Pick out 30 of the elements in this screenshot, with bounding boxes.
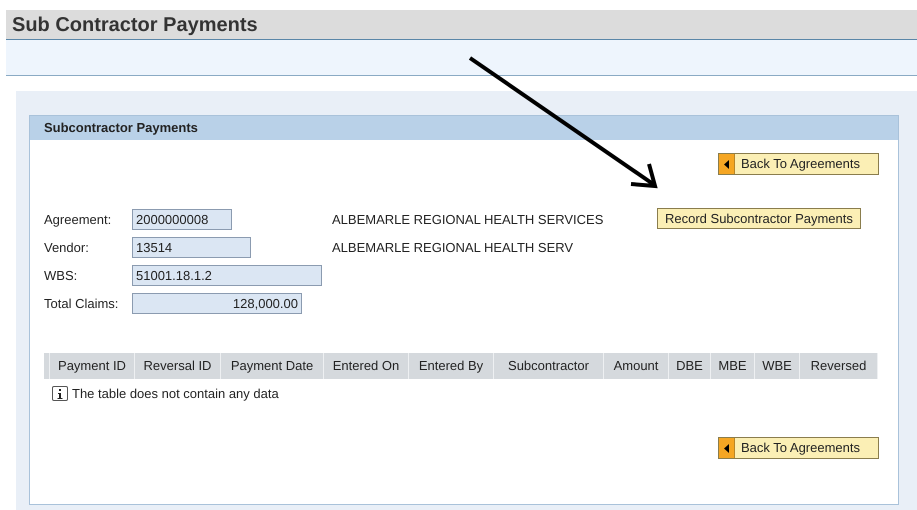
info-icon <box>52 386 68 402</box>
field-label: WBS: <box>44 266 78 285</box>
field-label: Agreement: <box>44 210 112 229</box>
field-label: Total Claims: <box>44 294 120 313</box>
column-header: Entered By <box>409 353 494 379</box>
description-text: ALBEMARLE REGIONAL HEALTH SERVICES <box>332 210 604 229</box>
column-header: Reversal ID <box>135 353 221 379</box>
column-header: MBE <box>711 353 755 379</box>
back-button[interactable]: Back To Agreements <box>718 153 879 175</box>
input-field[interactable]: 2000000008 <box>132 209 232 230</box>
column-header: Amount <box>604 353 669 379</box>
column-header: Subcontractor <box>494 353 604 379</box>
panel-title: Subcontractor Payments <box>44 119 198 138</box>
column-header: Entered On <box>324 353 409 379</box>
triangle-left-icon <box>719 154 735 174</box>
column-header: Reversed <box>800 353 878 379</box>
input-field[interactable]: 51001.18.1.2 <box>132 265 322 286</box>
input-field[interactable]: 13514 <box>132 237 251 258</box>
input-field[interactable]: 128,000.00 <box>132 293 302 314</box>
triangle-left-icon <box>719 438 735 458</box>
column-header: DBE <box>669 353 711 379</box>
field-label: Vendor: <box>44 238 90 257</box>
empty-table-message: The table does not contain any data <box>72 385 279 403</box>
column-header: Payment ID <box>50 353 135 379</box>
page-title: Sub Contractor Payments <box>12 12 258 38</box>
column-header: Payment Date <box>221 353 324 379</box>
column-header: WBE <box>755 353 800 379</box>
description-text: ALBEMARLE REGIONAL HEALTH SERV <box>332 238 574 257</box>
back-button[interactable]: Back To Agreements <box>718 437 879 459</box>
record-payments-button[interactable]: Record Subcontractor Payments <box>657 208 861 229</box>
